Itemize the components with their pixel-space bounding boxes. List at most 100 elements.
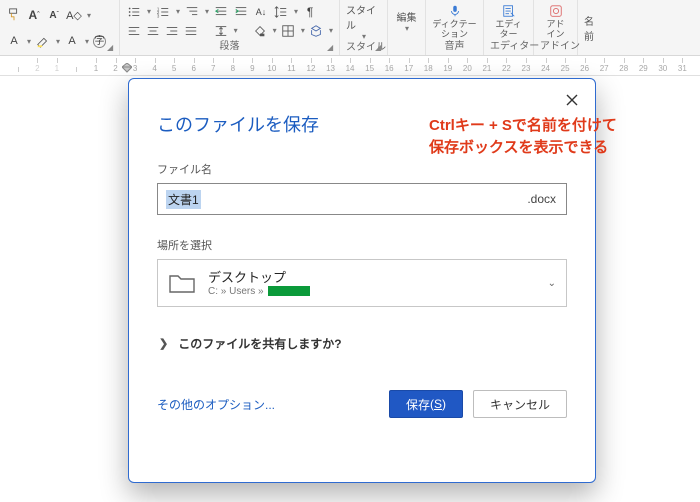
borders-icon[interactable] — [281, 23, 296, 39]
ruler-tick: 31 — [673, 64, 693, 73]
ruler-tick: 20 — [458, 64, 478, 73]
show-hide-marks-icon[interactable]: ¶ — [302, 4, 318, 20]
ruler-tick: 19 — [438, 64, 458, 73]
save-dialog: このファイルを保存 Ctrlキー + Sで名前を付けて 保存ボックスを表示できる… — [128, 78, 596, 483]
paragraph-dialog-launcher-icon[interactable]: ◢ — [327, 43, 337, 53]
ribbon-group-addin[interactable]: アド イン アドイン — [534, 0, 578, 55]
font-size-smaller-icon[interactable]: Aˇ — [46, 7, 62, 23]
ruler-tick: 2 — [28, 64, 48, 73]
more-options-link[interactable]: その他のオプション... — [157, 396, 379, 413]
ruler-tick: 11 — [282, 64, 302, 73]
justify-icon[interactable] — [183, 23, 198, 39]
dictation-label-2: ション — [441, 29, 468, 39]
save-button[interactable]: 保存(S) — [389, 390, 463, 418]
line-spacing-icon[interactable] — [273, 4, 289, 20]
ruler-tick: 26 — [575, 64, 595, 73]
save-accelerator: S — [434, 397, 442, 411]
addin-group-label: アドイン — [540, 40, 571, 54]
ruler-tick: 8 — [223, 64, 243, 73]
shading-icon[interactable] — [253, 23, 268, 39]
share-label: このファイルを共有しますか? — [178, 335, 341, 352]
annotation-line-2: 保存ボックスを表示できる — [429, 139, 608, 156]
ruler-tick: 21 — [477, 64, 497, 73]
ruler-tick: 16 — [379, 64, 399, 73]
styles-dialog-launcher-icon[interactable]: ◢ — [375, 43, 385, 53]
indent-marker-icon[interactable] — [122, 63, 132, 73]
font-dialog-launcher-icon[interactable]: ◢ — [107, 43, 117, 53]
voice-group-label: 音声 — [432, 40, 477, 54]
ruler-tick: 18 — [418, 64, 438, 73]
ruler-tick: 1 — [86, 64, 106, 73]
ruler-tick: 28 — [614, 64, 634, 73]
dictation-label-1: ディクテー — [432, 19, 476, 29]
ruler-tick: 27 — [594, 64, 614, 73]
clear-format-icon[interactable]: A◇ — [66, 7, 82, 23]
indent-decrease-icon[interactable] — [213, 4, 229, 20]
bullets-icon[interactable] — [126, 4, 142, 20]
filename-field-row: 文書1 .docx — [157, 183, 567, 215]
save-button-label: 保存 — [406, 396, 430, 413]
highlight-icon[interactable] — [35, 33, 51, 49]
file-extension-label: .docx — [527, 192, 556, 206]
distribute-icon[interactable] — [213, 23, 228, 39]
ribbon-group-styles[interactable]: スタイル ▾ スタイル ◢ — [340, 0, 388, 55]
filename-input[interactable]: 文書1 — [166, 190, 201, 209]
editor-label-2: ター — [499, 29, 517, 39]
font-size-larger-icon[interactable]: Aˆ — [26, 7, 42, 23]
editing-button-label: 編集 — [397, 9, 417, 24]
sort-icon[interactable]: A↓ — [253, 4, 269, 20]
char-style-icon[interactable]: A — [6, 33, 22, 49]
format-painter-icon[interactable] — [6, 7, 22, 23]
enclose-char-icon[interactable]: 字 — [93, 35, 106, 48]
close-icon — [565, 93, 579, 107]
cancel-button[interactable]: キャンセル — [473, 390, 567, 418]
ribbon-group-name: 名前 — [578, 0, 608, 55]
ruler[interactable]: 2 1 1 2 3 4 5 6 7 8 9 10 11 12 13 14 15 … — [0, 56, 700, 76]
ruler-tick: 5 — [164, 64, 184, 73]
addin-label-2: イン — [546, 29, 564, 39]
ruler-tick: 10 — [262, 64, 282, 73]
align-center-icon[interactable] — [145, 23, 160, 39]
file-extension-dropdown[interactable]: .docx — [521, 192, 556, 206]
ribbon-group-editing[interactable]: 編集 ▾ — [388, 0, 426, 55]
name-group-label: 名前 — [584, 13, 602, 43]
addin-icon — [548, 3, 564, 19]
indent-increase-icon[interactable] — [233, 4, 249, 20]
editor-group-label: エディター — [490, 40, 527, 54]
align-left-icon[interactable] — [126, 23, 141, 39]
addin-label-1: アド — [546, 19, 564, 29]
microphone-icon — [447, 3, 463, 19]
font-color-icon[interactable]: A — [64, 33, 80, 49]
asian-layout-icon[interactable] — [309, 23, 324, 39]
ruler-tick: 29 — [634, 64, 654, 73]
ruler-tick: 25 — [555, 64, 575, 73]
numbering-icon[interactable]: 123 — [155, 4, 171, 20]
multilevel-list-icon[interactable] — [184, 4, 200, 20]
location-name: デスクトップ — [208, 270, 536, 286]
folder-icon — [168, 272, 196, 294]
ribbon-group-paragraph: ▾ 123▾ ▾ A↓ ▾ ¶ ▾ ▾ ▾ ▾ 段落 ◢ — [120, 0, 340, 55]
ruler-tick: 6 — [184, 64, 204, 73]
ruler-tick: 23 — [516, 64, 536, 73]
ruler-tick: 9 — [243, 64, 263, 73]
document-area: このファイルを保存 Ctrlキー + Sで名前を付けて 保存ボックスを表示できる… — [0, 76, 700, 502]
location-label: 場所を選択 — [157, 237, 567, 253]
align-right-icon[interactable] — [164, 23, 179, 39]
location-dropdown[interactable]: デスクトップ C: » Users » ⌄ — [157, 259, 567, 307]
ribbon-group-editor[interactable]: エディ ター エディター — [484, 0, 534, 55]
ruler-tick: 13 — [321, 64, 341, 73]
ruler-tick: 24 — [536, 64, 556, 73]
ruler-tick: 1 — [47, 64, 67, 73]
share-toggle[interactable]: ❯ このファイルを共有しますか? — [157, 335, 567, 352]
chevron-right-icon: ❯ — [159, 337, 168, 350]
ruler-tick: 15 — [360, 64, 380, 73]
paragraph-group-label: 段落 — [126, 40, 333, 54]
editor-icon — [501, 3, 517, 19]
svg-text:3: 3 — [157, 13, 160, 18]
ribbon: Aˆ Aˇ A◇ ▾ A▾ ▾ A▾ 字 ◢ ▾ 123▾ ▾ A↓ ▾ ¶ — [0, 0, 700, 56]
ribbon-group-dictation[interactable]: ディクテー ション 音声 — [426, 0, 484, 55]
ruler-tick: 4 — [145, 64, 165, 73]
close-button[interactable] — [559, 87, 585, 113]
ruler-tick: 7 — [203, 64, 223, 73]
ruler-tick: 22 — [497, 64, 517, 73]
